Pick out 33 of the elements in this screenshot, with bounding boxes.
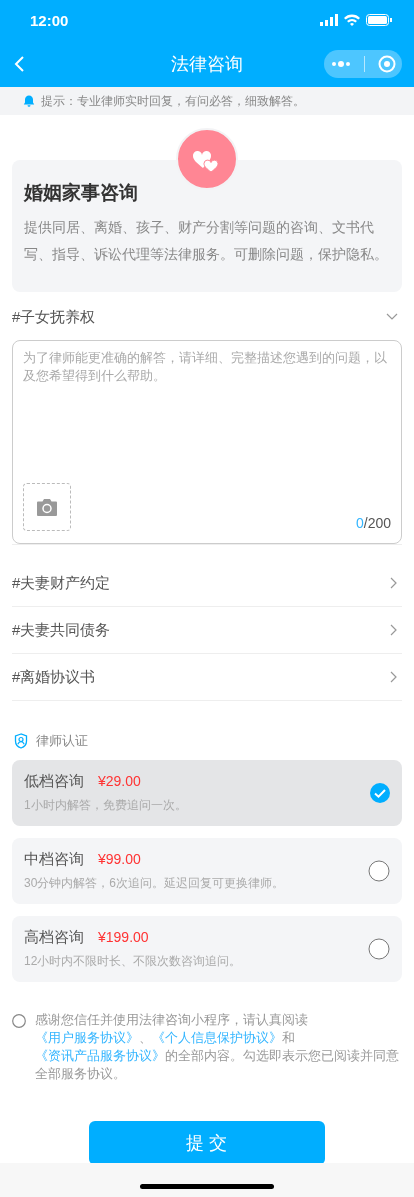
camera-icon (37, 498, 57, 516)
topic-item[interactable]: #夫妻共同债务 (12, 607, 402, 653)
agreement-text: 感谢您信任并使用法律咨询小程序，请认真阅读 《用户服务协议》、《个人信息保护协议》和 《资讯产品服务协议》的全部内容。勾选即表示您已阅读并同意全部服务协议。 (35, 1012, 400, 1083)
question-field[interactable]: 为了律师能更准确的解答，请详细、完整描述您遇到的问题，以及您希望得到什么帮助。 (23, 349, 391, 483)
page-title: 法律咨询 (171, 53, 243, 74)
plan-name: 低档咨询 (24, 772, 84, 791)
battery-icon (366, 14, 392, 26)
plan-option[interactable]: 中档咨询 ¥99.00 30分钟内解答，6次追问。延迟回复可更换律师。 (12, 838, 402, 904)
section-title: 律师认证 (36, 732, 88, 750)
plan-note: 12小时内不限时长、不限次数咨询追问。 (24, 953, 242, 970)
add-photo-button[interactable] (23, 483, 71, 531)
plan-note: 30分钟内解答，6次追问。延迟回复可更换律师。 (24, 875, 285, 892)
plan-price: ¥29.00 (98, 773, 141, 789)
shield-user-icon (14, 733, 28, 749)
plan-price: ¥199.00 (98, 929, 149, 945)
status-time: 12:00 (30, 11, 69, 29)
plan-option[interactable]: 高档咨询 ¥199.00 12小时内不限时长、不限次数咨询追问。 (12, 916, 402, 982)
category-title: 婚姻家事咨询 (24, 181, 139, 205)
topic-item[interactable]: #子女抚养权 (12, 294, 402, 340)
radio-icon[interactable] (12, 1014, 26, 1028)
plan-price: ¥99.00 (98, 851, 141, 867)
plan-name: 高档咨询 (24, 928, 84, 947)
question-box[interactable]: 为了律师能更准确的解答，请详细、完整描述您遇到的问题，以及您希望得到什么帮助。 0/200 (12, 340, 402, 544)
character-counter: 0/200 (355, 515, 391, 531)
topic-item[interactable]: #离婚协议书 (12, 654, 402, 700)
signal-icon (320, 14, 338, 26)
plan-name: 中档咨询 (24, 850, 84, 869)
bell-icon (23, 95, 35, 107)
category-description: 提供同居、离婚、孩子、财产分割等问题的咨询、文书代写、指导、诉讼代理等法律服务。可删除问题，保护隐私。 (24, 218, 389, 264)
topic-item[interactable]: #夫妻财产约定 (12, 560, 402, 606)
wifi-icon (344, 14, 360, 26)
tip-text: 提示：专业律师实时回复，有问必答，细致解答。 (41, 92, 305, 110)
more-icon[interactable] (330, 59, 351, 68)
